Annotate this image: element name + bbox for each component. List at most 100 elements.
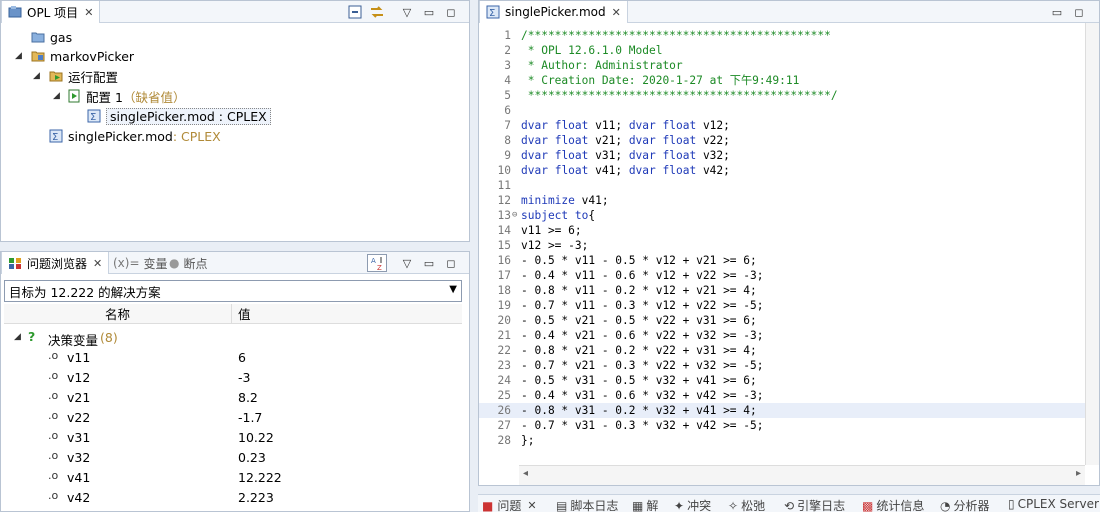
code-line[interactable]: 19 - 0.7 * v11 - 0.3 * v12 + v22 >= -5; <box>479 298 1094 313</box>
fold-icon[interactable]: ⊖ <box>512 208 517 223</box>
code-line[interactable]: 3 * Author: Administrator <box>479 58 1094 73</box>
variable-row[interactable]: .o v31 10.22 <box>0 427 462 447</box>
code-line[interactable]: 8 dvar float v21; dvar float v22; <box>479 133 1094 148</box>
problems-icon: ■ <box>482 498 494 512</box>
variable-row[interactable]: .o v32 0.23 <box>0 447 462 467</box>
view-menu-icon[interactable]: ▽ <box>399 4 415 20</box>
sort-az-icon[interactable]: AZ <box>367 254 387 272</box>
solution-select[interactable]: 目标为 12.222 的解决方案 ▼ <box>4 280 462 302</box>
tab-problems[interactable]: ■ 问题 ✕ <box>482 497 537 512</box>
maximize-icon[interactable]: ◻ <box>1071 4 1087 20</box>
variable-row[interactable]: .o v41 12.222 <box>0 467 462 487</box>
variable-row[interactable]: .o v11 6 <box>0 347 462 367</box>
line-number: 24 <box>497 374 511 387</box>
variable-row[interactable]: .o v21 8.2 <box>0 387 462 407</box>
code-line[interactable]: 10 dvar float v41; dvar float v42; <box>479 163 1094 178</box>
horizontal-scrollbar[interactable]: ◂ ▸ <box>519 465 1085 485</box>
tab-label: CPLEX Server <box>1017 497 1099 511</box>
tab-script-log[interactable]: ▤ 脚本日志 <box>556 497 618 512</box>
variable-name: v11 <box>67 350 91 365</box>
maximize-icon[interactable]: ◻ <box>443 4 459 20</box>
code-line[interactable]: 5 **************************************… <box>479 88 1094 103</box>
tab-profiler[interactable]: ◔ 分析器 <box>940 497 990 512</box>
maximize-icon[interactable]: ◻ <box>443 255 459 271</box>
tree-item-gas[interactable]: gas <box>31 27 72 47</box>
code-line[interactable]: 4 * Creation Date: 2020-1-27 at 下午9:49:1… <box>479 73 1094 88</box>
code-line[interactable]: 15 v12 >= -3; <box>479 238 1094 253</box>
solution-select-value: 目标为 12.222 的解决方案 <box>9 284 161 300</box>
code-line[interactable]: 17 - 0.4 * v11 - 0.6 * v12 + v22 >= -3; <box>479 268 1094 283</box>
tree-item-singlepicker[interactable]: Σ singlePicker.mod : CPLEX <box>49 126 221 146</box>
code-text: }; <box>521 434 535 447</box>
column-header-value[interactable]: 值 <box>232 304 462 324</box>
code-text: subject to{ <box>521 209 596 222</box>
code-line[interactable]: 26 - 0.8 * v31 - 0.2 * v32 + v41 >= 4; <box>479 403 1094 418</box>
code-line[interactable]: 12 minimize v41; <box>479 193 1094 208</box>
tree-item-config-1[interactable]: 配置 1 （缺省值） <box>67 86 185 106</box>
close-icon[interactable]: ✕ <box>93 257 102 270</box>
code-line[interactable]: 9 dvar float v31; dvar float v32; <box>479 148 1094 163</box>
close-icon[interactable]: ✕ <box>527 499 536 512</box>
project-panel: OPL 项目 ✕ ▽ ▭ ◻ gas ◢ markovPicker ◢ 运行配置… <box>0 0 470 242</box>
tree-item-run-configs[interactable]: 运行配置 <box>49 66 118 86</box>
close-icon[interactable]: ✕ <box>612 6 621 19</box>
line-number: 1 <box>504 29 511 42</box>
expand-triangle-icon[interactable]: ◢ <box>53 91 60 101</box>
minimize-icon[interactable]: ▭ <box>421 255 437 271</box>
tab-problem-browser[interactable]: 问题浏览器 ✕ <box>1 252 110 274</box>
link-editor-icon[interactable] <box>369 4 385 20</box>
code-line[interactable]: 20 - 0.5 * v21 - 0.5 * v22 + v31 >= 6; <box>479 313 1094 328</box>
code-line[interactable]: 18 - 0.8 * v11 - 0.2 * v12 + v21 >= 4; <box>479 283 1094 298</box>
code-line[interactable]: 23 - 0.7 * v21 - 0.3 * v22 + v32 >= -5; <box>479 358 1094 373</box>
code-line[interactable]: 16 - 0.5 * v11 - 0.5 * v12 + v21 >= 6; <box>479 253 1094 268</box>
expand-triangle-icon[interactable]: ◢ <box>15 51 22 61</box>
code-line[interactable]: 1 /**************************************… <box>479 28 1094 43</box>
chevron-down-icon[interactable]: ▼ <box>449 284 457 295</box>
tab-label: 解 <box>646 499 659 512</box>
code-line[interactable]: 28}; <box>479 433 1094 448</box>
column-header-name[interactable]: 名称 <box>4 304 232 324</box>
tree-item-markovpicker[interactable]: markovPicker <box>31 46 134 66</box>
project-tabbar: OPL 项目 ✕ ▽ ▭ ◻ <box>1 1 469 23</box>
code-editor[interactable]: 1 /**************************************… <box>479 23 1094 485</box>
group-decision-variables[interactable]: ◢ ? 决策变量 (8) <box>0 327 462 348</box>
tab-relaxations[interactable]: ✧ 松弛 <box>728 497 765 512</box>
tab-conflicts[interactable]: ✦ 冲突 <box>674 497 711 512</box>
tab-singlepicker-mod[interactable]: Σ singlePicker.mod ✕ <box>479 1 628 23</box>
tab-engine-log[interactable]: ⟲ 引擎日志 <box>784 497 845 512</box>
code-line[interactable]: 24 - 0.5 * v31 - 0.5 * v32 + v41 >= 6; <box>479 373 1094 388</box>
code-line[interactable]: 21 - 0.4 * v21 - 0.6 * v22 + v32 >= -3; <box>479 328 1094 343</box>
tab-breakpoints[interactable]: ● 断点 <box>163 252 214 274</box>
scroll-right-icon[interactable]: ▸ <box>1076 468 1081 479</box>
code-text: dvar float v21; dvar float v22; <box>521 134 730 147</box>
code-line[interactable]: 27 - 0.7 * v31 - 0.3 * v32 + v42 >= -5; <box>479 418 1094 433</box>
tree-item-config-model[interactable]: Σ singlePicker.mod : CPLEX <box>87 106 271 126</box>
scroll-left-icon[interactable]: ◂ <box>523 468 528 479</box>
code-line[interactable]: 22 - 0.8 * v21 - 0.2 * v22 + v31 >= 4; <box>479 343 1094 358</box>
tab-solutions[interactable]: ▦ 解 <box>632 497 658 512</box>
tab-opl-projects-label: OPL 项目 <box>27 5 79 20</box>
minimize-icon[interactable]: ▭ <box>421 4 437 20</box>
code-line[interactable]: 14 v11 >= 6; <box>479 223 1094 238</box>
tab-statistics[interactable]: ▩ 统计信息 <box>862 497 924 512</box>
close-icon[interactable]: ✕ <box>84 6 93 19</box>
code-line[interactable]: 13 subject to{⊖ <box>479 208 1094 223</box>
expand-triangle-icon[interactable]: ◢ <box>33 71 40 81</box>
expand-triangle-icon[interactable]: ◢ <box>14 332 21 342</box>
view-menu-icon[interactable]: ▽ <box>399 255 415 271</box>
variable-icon: .o <box>48 369 59 382</box>
code-line[interactable]: 2 * OPL 12.6.1.0 Model <box>479 43 1094 58</box>
variable-row[interactable]: .o v12 -3 <box>0 367 462 387</box>
line-number: 8 <box>504 134 511 147</box>
vertical-scrollbar[interactable] <box>1085 23 1099 465</box>
collapse-all-icon[interactable] <box>347 4 363 20</box>
code-line[interactable]: 11 <box>479 178 1094 193</box>
code-line[interactable]: 7 dvar float v11; dvar float v12; <box>479 118 1094 133</box>
tab-opl-projects[interactable]: OPL 项目 ✕ <box>1 1 101 23</box>
variable-row[interactable]: .o v22 -1.7 <box>0 407 462 427</box>
variable-row[interactable]: .o v42 2.223 <box>0 487 462 507</box>
tab-cplex-server[interactable]: ▯ CPLEX Server <box>1008 497 1099 511</box>
code-line[interactable]: 25 - 0.4 * v31 - 0.6 * v32 + v42 >= -3; <box>479 388 1094 403</box>
minimize-icon[interactable]: ▭ <box>1049 4 1065 20</box>
code-line[interactable]: 6 <box>479 103 1094 118</box>
